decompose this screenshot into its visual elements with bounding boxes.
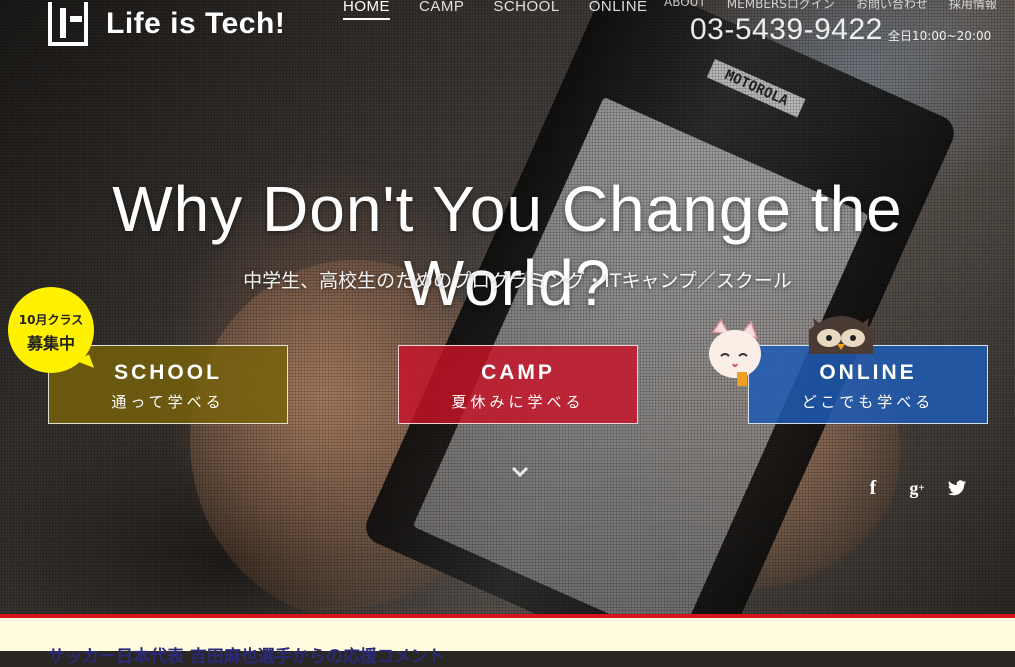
chevron-down-icon[interactable] [511, 462, 529, 483]
main-nav: HOME CAMP SCHOOL ONLINE [343, 0, 648, 20]
camp-button[interactable]: CAMP 夏休みに学べる [398, 345, 638, 424]
badge-month-label: 10月クラス [18, 313, 84, 327]
phone-number[interactable]: 03-5439-9422 [690, 13, 883, 47]
online-button-title: ONLINE [819, 361, 917, 384]
owl-mascot-icon [809, 316, 873, 354]
camp-button-title: CAMP [481, 361, 555, 384]
google-plus-icon[interactable]: g + [905, 476, 929, 500]
logo-text: Life is Tech! [106, 7, 286, 40]
camp-button-subtitle: 夏休みに学べる [451, 393, 585, 411]
twitter-icon[interactable] [945, 476, 969, 500]
nav-members-login[interactable]: MEMBERSログイン [727, 0, 835, 12]
nav-about[interactable]: ABOUT [664, 0, 706, 12]
online-button[interactable]: ONLINE どこでも学べる [748, 345, 988, 424]
nav-school[interactable]: SCHOOL [493, 0, 559, 20]
sub-nav: ABOUT MEMBERSログイン お問い合わせ 採用情報 [664, 0, 997, 12]
nav-recruit[interactable]: 採用情報 [949, 0, 997, 12]
nav-online[interactable]: ONLINE [589, 0, 648, 20]
recruiting-badge[interactable]: 10月クラス 募集中 [8, 287, 94, 373]
site-logo[interactable]: Life is Tech! [48, 2, 285, 46]
badge-status-label: 募集中 [26, 334, 75, 353]
hero-headline: Why Don't You Change the World? [112, 173, 903, 319]
nav-camp[interactable]: CAMP [419, 0, 464, 20]
cat-mascot-icon [709, 318, 761, 386]
school-button-subtitle: 通って学べる [111, 393, 225, 411]
hero-subheading: 中学生、高校生のためのプログラミング・ITキャンプ／スクール [243, 270, 792, 292]
online-button-subtitle: どこでも学べる [801, 393, 935, 411]
nav-contact[interactable]: お問い合わせ [856, 0, 928, 12]
business-hours: 全日10:00~20:00 [888, 29, 992, 43]
nav-home[interactable]: HOME [343, 0, 390, 20]
facebook-icon[interactable]: f [861, 476, 885, 500]
logo-mark-icon [48, 2, 88, 46]
